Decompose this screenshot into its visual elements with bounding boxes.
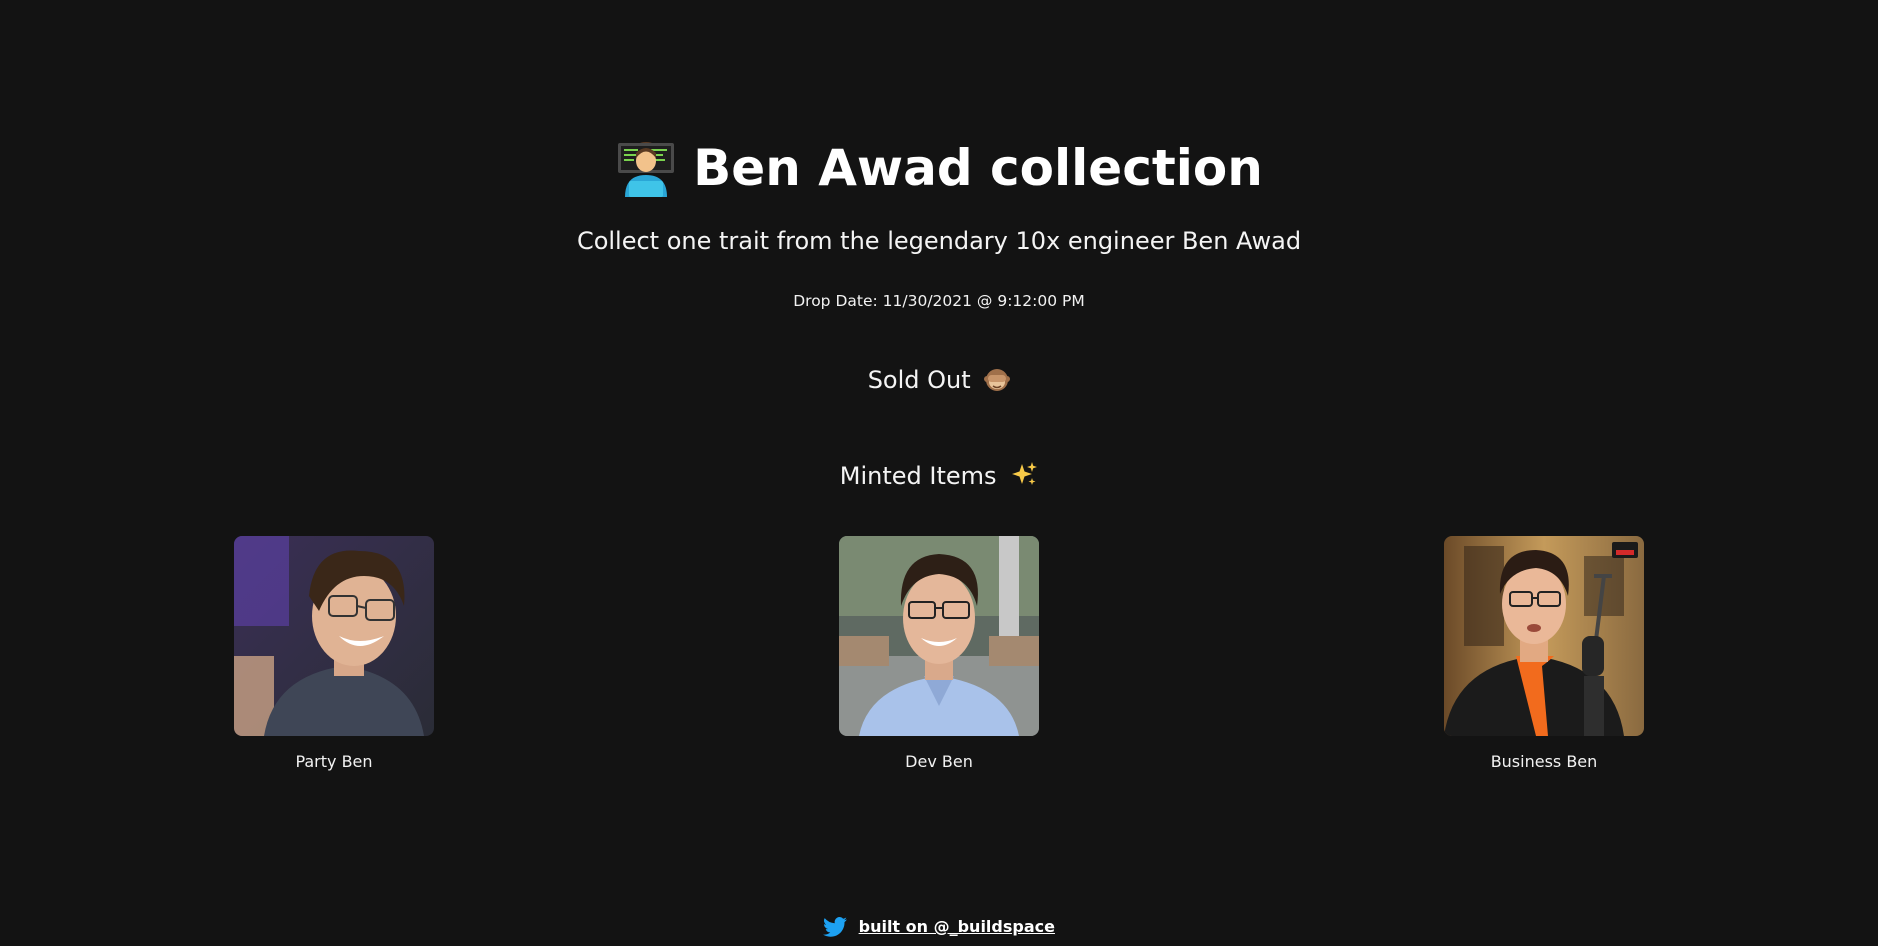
minted-items-heading: Minted Items	[0, 460, 1878, 494]
minted-item-label: Business Ben	[1490, 752, 1598, 771]
sold-out-label: Sold Out	[867, 366, 971, 394]
buildspace-link[interactable]: built on @_buildspace	[859, 917, 1055, 936]
sparkles-emoji-icon	[1010, 460, 1038, 494]
sold-out-status: Sold Out	[0, 366, 1878, 398]
minted-items-label: Minted Items	[839, 462, 997, 490]
drop-date: Drop Date: 11/30/2021 @ 9:12:00 PM	[793, 292, 1085, 310]
dev-ben-portrait[interactable]	[839, 536, 1039, 736]
technologist-emoji-icon	[615, 139, 677, 197]
page-title: Ben Awad collection	[615, 132, 1263, 204]
page-subtitle: Collect one trait from the legendary 10x…	[576, 227, 1302, 255]
see-no-evil-monkey-emoji-icon	[984, 366, 1011, 398]
twitter-bird-icon	[823, 916, 848, 942]
minted-item-card[interactable]: Dev Ben	[839, 536, 1039, 771]
minted-item-card[interactable]: Party Ben	[234, 536, 434, 771]
business-ben-portrait[interactable]	[1444, 536, 1644, 736]
minted-item-card[interactable]: Business Ben	[1444, 536, 1644, 771]
page: Ben Awad collection Collect one trait fr…	[0, 0, 1878, 946]
footer: built on @_buildspace	[0, 916, 1878, 942]
page-title-text: Ben Awad collection	[693, 139, 1263, 197]
party-ben-portrait[interactable]	[234, 536, 434, 736]
header: Ben Awad collection Collect one trait fr…	[0, 132, 1878, 258]
minted-item-label: Dev Ben	[905, 752, 973, 771]
minted-item-label: Party Ben	[295, 752, 373, 771]
